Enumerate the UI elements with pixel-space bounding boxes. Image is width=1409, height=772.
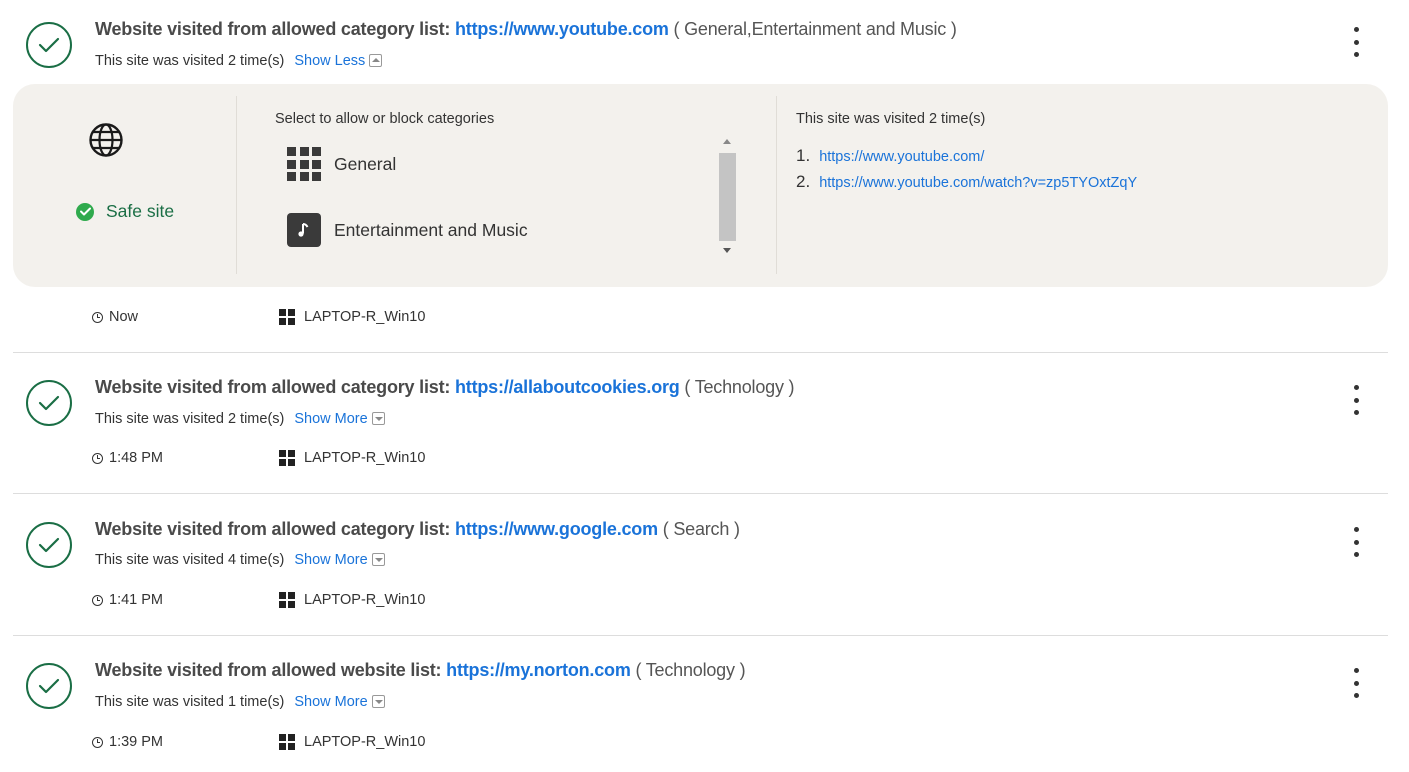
category-label: General (334, 153, 397, 174)
windows-icon (279, 734, 295, 750)
chevron-down-icon (371, 412, 385, 425)
allowed-check-icon (26, 663, 72, 709)
entry-divider (13, 493, 1388, 494)
entry-title: Website visited from allowed website lis… (95, 660, 746, 681)
entry-title: Website visited from allowed category li… (95, 19, 957, 40)
clock-icon (92, 311, 103, 323)
entry-url-link[interactable]: https://www.google.com (455, 519, 658, 539)
entry-device: LAPTOP-R_Win10 (279, 734, 425, 750)
show-more-toggle[interactable]: Show More (294, 694, 385, 710)
entry-title-prefix: Website visited from allowed category li… (95, 377, 451, 397)
entry-title: Website visited from allowed category li… (95, 519, 740, 540)
scroll-down-arrow[interactable] (723, 248, 731, 253)
show-more-toggle[interactable]: Show More (294, 411, 385, 427)
clock-icon (92, 452, 103, 464)
visited-url-number: 1. (796, 146, 811, 165)
visited-urls-heading: This site was visited 2 time(s) (796, 111, 986, 127)
device-label: LAPTOP-R_Win10 (304, 450, 426, 466)
entry-divider (13, 352, 1388, 353)
music-note-icon (287, 213, 321, 247)
time-label: Now (109, 309, 139, 325)
entry-visit-count: This site was visited 2 time(s) Show More (95, 411, 385, 427)
entry-visit-count: This site was visited 1 time(s) Show More (95, 694, 385, 710)
entry-url-link[interactable]: https://www.youtube.com (455, 19, 669, 39)
toggle-label: Show Less (294, 53, 366, 69)
entry-title-prefix: Website visited from allowed category li… (95, 19, 451, 39)
more-options-button[interactable] (1346, 668, 1366, 698)
category-item-entertainment-music[interactable]: Entertainment and Music (287, 213, 528, 247)
allowed-check-icon (26, 22, 72, 68)
time-label: 1:41 PM (109, 592, 163, 608)
entry-divider (13, 635, 1388, 636)
visit-count-text: This site was visited 2 time(s) (95, 411, 285, 427)
entry-visit-count: This site was visited 2 time(s) Show Less (95, 53, 383, 69)
category-label: Entertainment and Music (334, 219, 528, 240)
entry-details-panel: Safe site Select to allow or block categ… (13, 84, 1388, 287)
grid-icon (287, 147, 321, 181)
entry-time: Now (92, 309, 138, 325)
device-label: LAPTOP-R_Win10 (304, 309, 426, 325)
entry-device: LAPTOP-R_Win10 (279, 450, 425, 466)
entry-device: LAPTOP-R_Win10 (279, 309, 425, 325)
visited-url-link[interactable]: https://www.youtube.com/ (819, 149, 984, 165)
safe-site-status: Safe site (76, 201, 174, 222)
panel-divider (236, 96, 237, 274)
toggle-label: Show More (294, 411, 368, 427)
toggle-label: Show More (294, 694, 368, 710)
chevron-down-icon (371, 695, 385, 708)
entry-visit-count: This site was visited 4 time(s) Show More (95, 552, 385, 568)
allowed-check-icon (26, 380, 72, 426)
more-options-button[interactable] (1346, 385, 1366, 415)
more-options-button[interactable] (1346, 27, 1366, 57)
device-label: LAPTOP-R_Win10 (304, 592, 426, 608)
more-options-button[interactable] (1346, 527, 1366, 557)
clock-icon (92, 594, 103, 606)
category-item-general[interactable]: General (287, 147, 396, 181)
visit-count-text: This site was visited 4 time(s) (95, 552, 285, 568)
time-label: 1:39 PM (109, 734, 163, 750)
entry-url-link[interactable]: https://allaboutcookies.org (455, 377, 680, 397)
chevron-up-icon (369, 54, 383, 67)
entry-title-prefix: Website visited from allowed category li… (95, 519, 451, 539)
allowed-check-icon (26, 522, 72, 568)
windows-icon (279, 450, 295, 466)
toggle-label: Show More (294, 552, 368, 568)
categories-heading: Select to allow or block categories (275, 111, 495, 127)
entry-device: LAPTOP-R_Win10 (279, 592, 425, 608)
scroll-thumb[interactable] (719, 153, 736, 241)
safe-site-label: Safe site (106, 201, 175, 221)
time-label: 1:48 PM (109, 450, 163, 466)
show-more-toggle[interactable]: Show More (294, 552, 385, 568)
visit-count-text: This site was visited 2 time(s) (95, 53, 285, 69)
globe-icon (88, 122, 124, 158)
safe-check-icon (76, 202, 94, 221)
entry-categories: ( Technology ) (635, 660, 746, 680)
entry-time: 1:39 PM (92, 734, 163, 750)
entry-title-prefix: Website visited from allowed website lis… (95, 660, 442, 680)
visited-url-item: 1. https://www.youtube.com/ (796, 146, 984, 166)
entry-time: 1:41 PM (92, 592, 163, 608)
categories-scrollbar[interactable] (719, 139, 736, 256)
visited-url-number: 2. (796, 172, 811, 191)
windows-icon (279, 309, 295, 325)
visited-url-item: 2. https://www.youtube.com/watch?v=zp5TY… (796, 172, 1137, 192)
windows-icon (279, 592, 295, 608)
scroll-up-arrow[interactable] (723, 139, 731, 144)
entry-categories: ( General,Entertainment and Music ) (673, 19, 957, 39)
entry-url-link[interactable]: https://my.norton.com (446, 660, 631, 680)
clock-icon (92, 736, 103, 748)
panel-divider (776, 96, 777, 274)
entry-time: 1:48 PM (92, 450, 163, 466)
visited-url-link[interactable]: https://www.youtube.com/watch?v=zp5TYOxt… (819, 175, 1137, 191)
entry-categories: ( Search ) (662, 519, 740, 539)
show-less-toggle[interactable]: Show Less (294, 53, 383, 69)
chevron-down-icon (371, 553, 385, 566)
entry-categories: ( Technology ) (684, 377, 795, 397)
entry-title: Website visited from allowed category li… (95, 377, 795, 398)
visit-count-text: This site was visited 1 time(s) (95, 694, 285, 710)
device-label: LAPTOP-R_Win10 (304, 734, 426, 750)
